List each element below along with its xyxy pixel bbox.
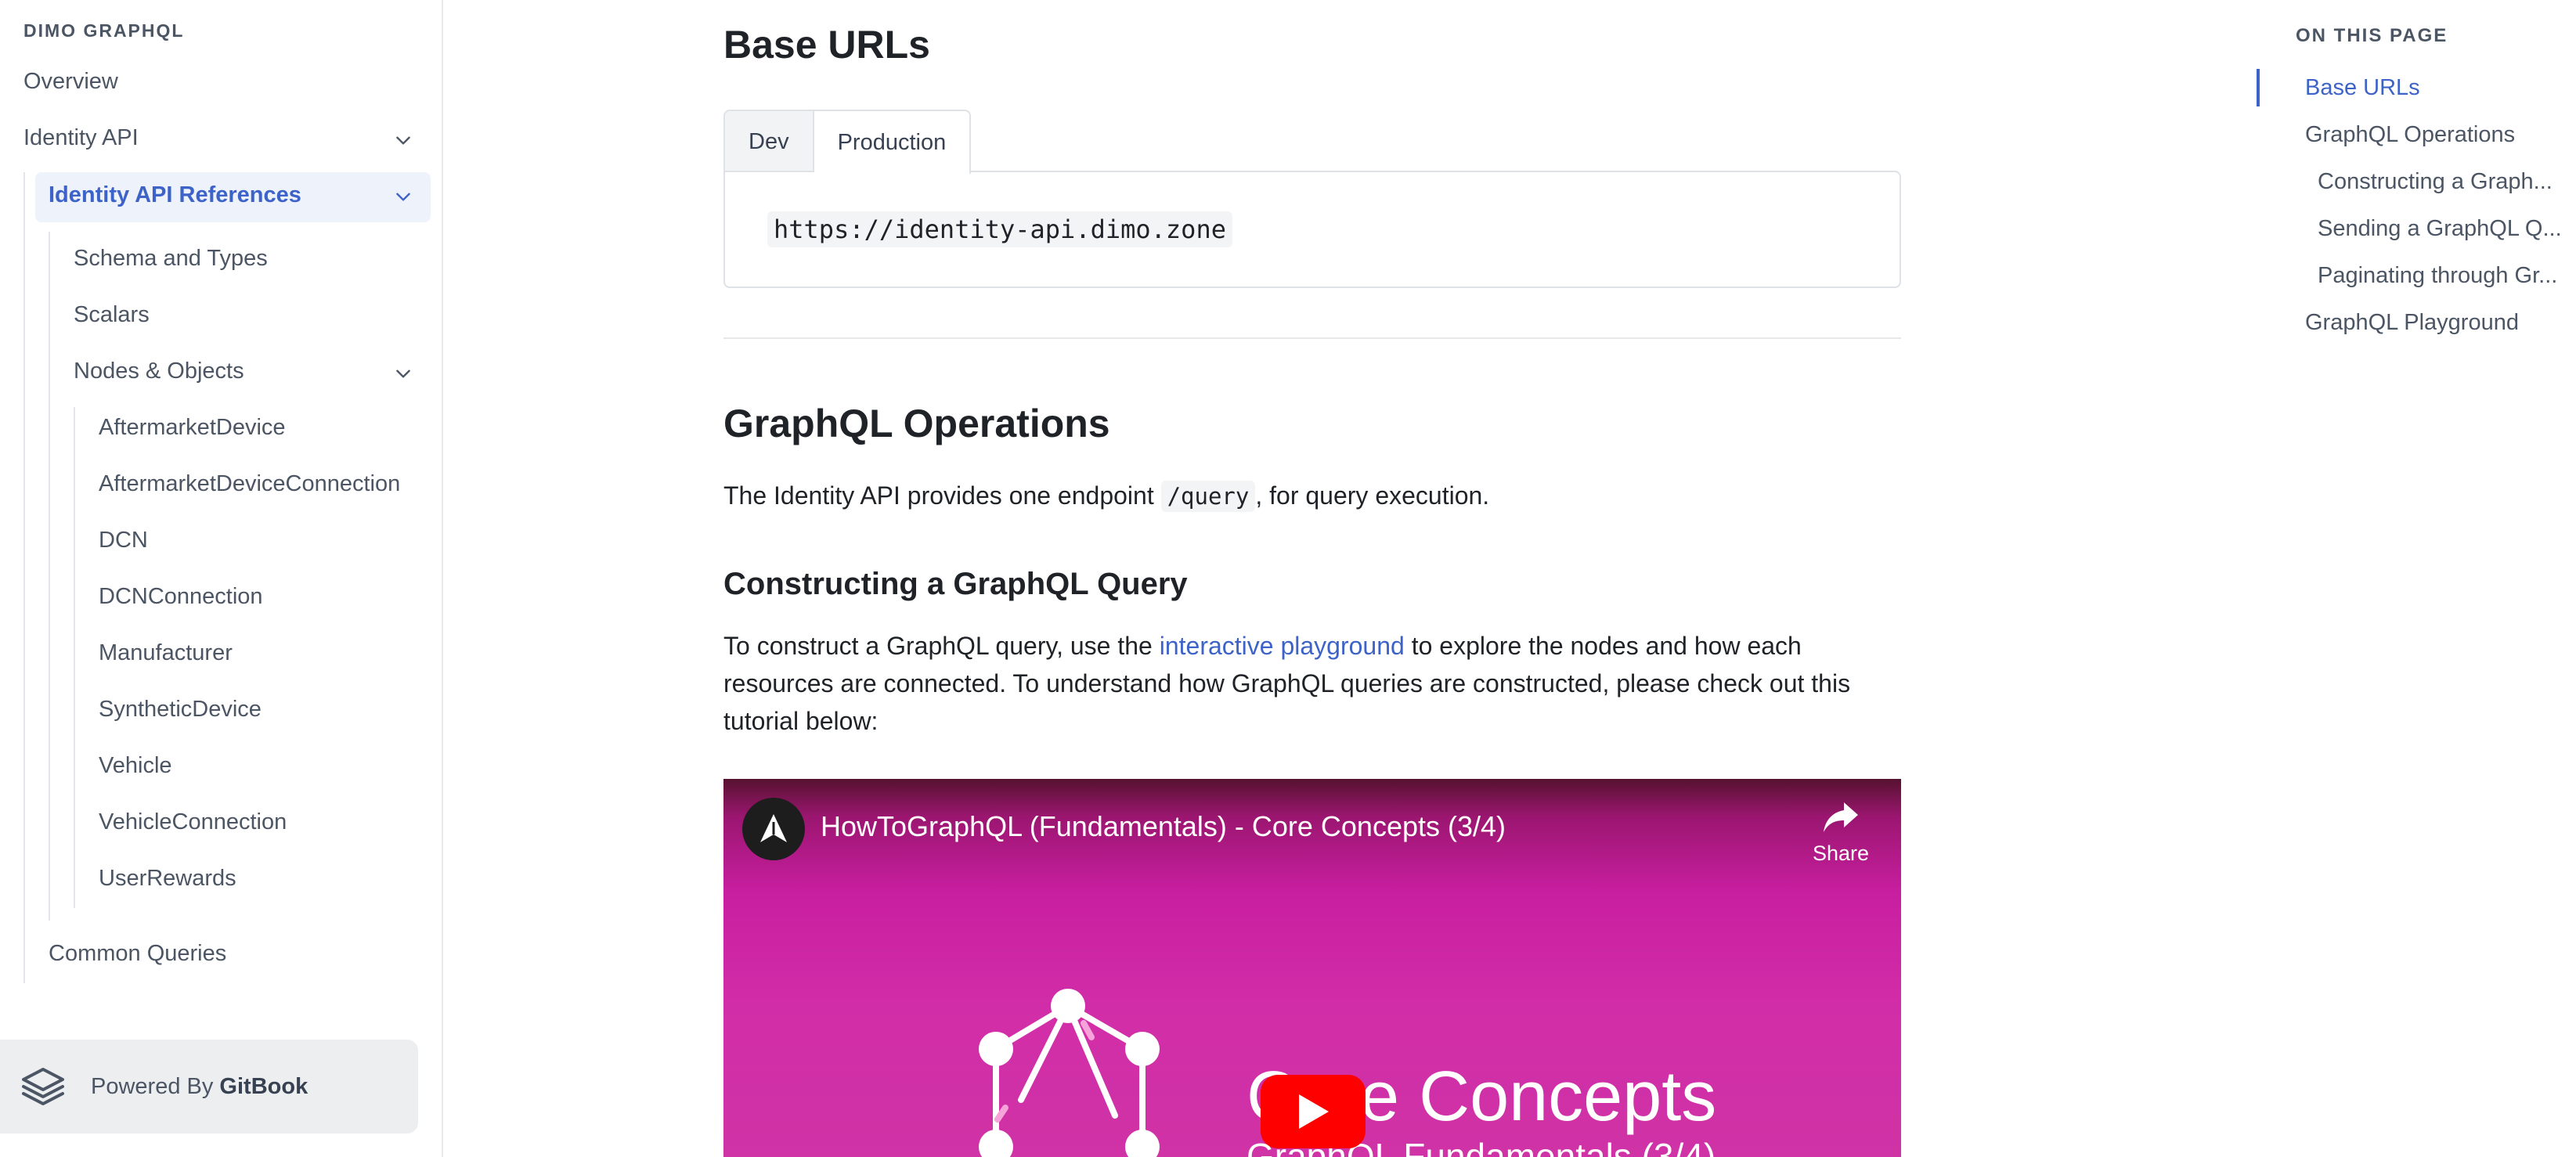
sidebar-item-node[interactable]: VehicleConnection <box>99 809 287 835</box>
sidebar-item-label[interactable]: Identity API References <box>49 182 301 208</box>
howtographql-logo-icon <box>760 814 787 842</box>
video-embed[interactable]: HowToGraphQL (Fundamentals) - Core Conce… <box>723 779 1901 1157</box>
sidebar-item-node[interactable]: UserRewards <box>99 866 236 892</box>
sidebar-item-nodes-objects[interactable]: Nodes & Objects <box>74 359 244 384</box>
tab-dev[interactable]: Dev <box>723 110 814 172</box>
toc-item-graphql-operations[interactable]: GraphQL Operations <box>2305 122 2515 148</box>
sidebar-item-node[interactable]: Vehicle <box>99 753 172 779</box>
divider <box>723 337 1901 339</box>
section-title-graphql-operations: GraphQL Operations <box>723 402 1110 445</box>
sidebar-item-node[interactable]: DCNConnection <box>99 584 263 610</box>
chevron-down-icon[interactable] <box>391 128 415 152</box>
sidebar-item-node[interactable]: SyntheticDevice <box>99 697 262 723</box>
gitbook-logo-icon <box>22 1068 64 1105</box>
sidebar: DIMO GRAPHQL Overview Identity API Ident… <box>0 0 443 1157</box>
operations-paragraph: The Identity API provides one endpoint /… <box>723 477 1901 515</box>
sidebar-item-node[interactable]: Manufacturer <box>99 640 233 666</box>
toc-title: ON THIS PAGE <box>2296 25 2448 46</box>
interactive-playground-link[interactable]: interactive playground <box>1160 632 1405 660</box>
tree-guide-line <box>23 172 25 983</box>
play-button[interactable] <box>1261 1075 1366 1148</box>
sidebar-item-common-queries[interactable]: Common Queries <box>49 941 226 967</box>
share-label: Share <box>1812 842 1870 865</box>
video-title[interactable]: HowToGraphQL (Fundamentals) - Core Conce… <box>821 810 1506 843</box>
environment-tabs: Dev Production <box>723 110 972 174</box>
constructing-paragraph: To construct a GraphQL query, use the in… <box>723 632 1851 735</box>
toc-item-constructing[interactable]: Constructing a Graph... <box>2318 169 2553 195</box>
share-button[interactable]: Share <box>1806 795 1876 865</box>
tab-production[interactable]: Production <box>814 110 972 174</box>
sidebar-item-node[interactable]: DCN <box>99 528 148 553</box>
toc-item-paginating[interactable]: Paginating through Gr... <box>2318 263 2557 289</box>
page-title: Base URLs <box>723 23 930 67</box>
section-title-constructing: Constructing a GraphQL Query <box>723 567 1188 601</box>
production-url: https://identity-api.dimo.zone <box>767 211 1232 247</box>
sidebar-item-overview[interactable]: Overview <box>23 69 118 95</box>
powered-by-gitbook[interactable]: Powered By GitBook <box>0 1040 418 1134</box>
graphql-logo-icon <box>979 989 1160 1157</box>
tree-guide-line <box>49 232 50 921</box>
sidebar-item-scalars[interactable]: Scalars <box>74 302 150 328</box>
sidebar-item-node[interactable]: AftermarketDeviceConnection <box>99 471 400 497</box>
sidebar-item-node[interactable]: AftermarketDevice <box>99 415 286 441</box>
toc-item-base-urls[interactable]: Base URLs <box>2305 75 2420 101</box>
tree-guide-line <box>74 407 75 908</box>
toc-active-indicator <box>2257 69 2260 106</box>
channel-avatar[interactable] <box>742 798 805 860</box>
endpoint-code: /query <box>1160 481 1256 512</box>
share-icon <box>1824 802 1858 832</box>
chevron-down-icon[interactable] <box>391 362 415 385</box>
toc-item-sending[interactable]: Sending a GraphQL Q... <box>2318 216 2562 242</box>
sidebar-section-title: DIMO GRAPHQL <box>23 20 185 41</box>
code-block: https://identity-api.dimo.zone <box>723 171 1901 288</box>
chevron-down-icon[interactable] <box>391 185 415 208</box>
sidebar-item-schema-and-types[interactable]: Schema and Types <box>74 246 268 272</box>
sidebar-item-identity-api[interactable]: Identity API <box>23 125 139 151</box>
powered-by-text: Powered By GitBook <box>91 1074 308 1099</box>
toc-item-graphql-playground[interactable]: GraphQL Playground <box>2305 310 2519 336</box>
play-icon <box>1299 1094 1329 1129</box>
